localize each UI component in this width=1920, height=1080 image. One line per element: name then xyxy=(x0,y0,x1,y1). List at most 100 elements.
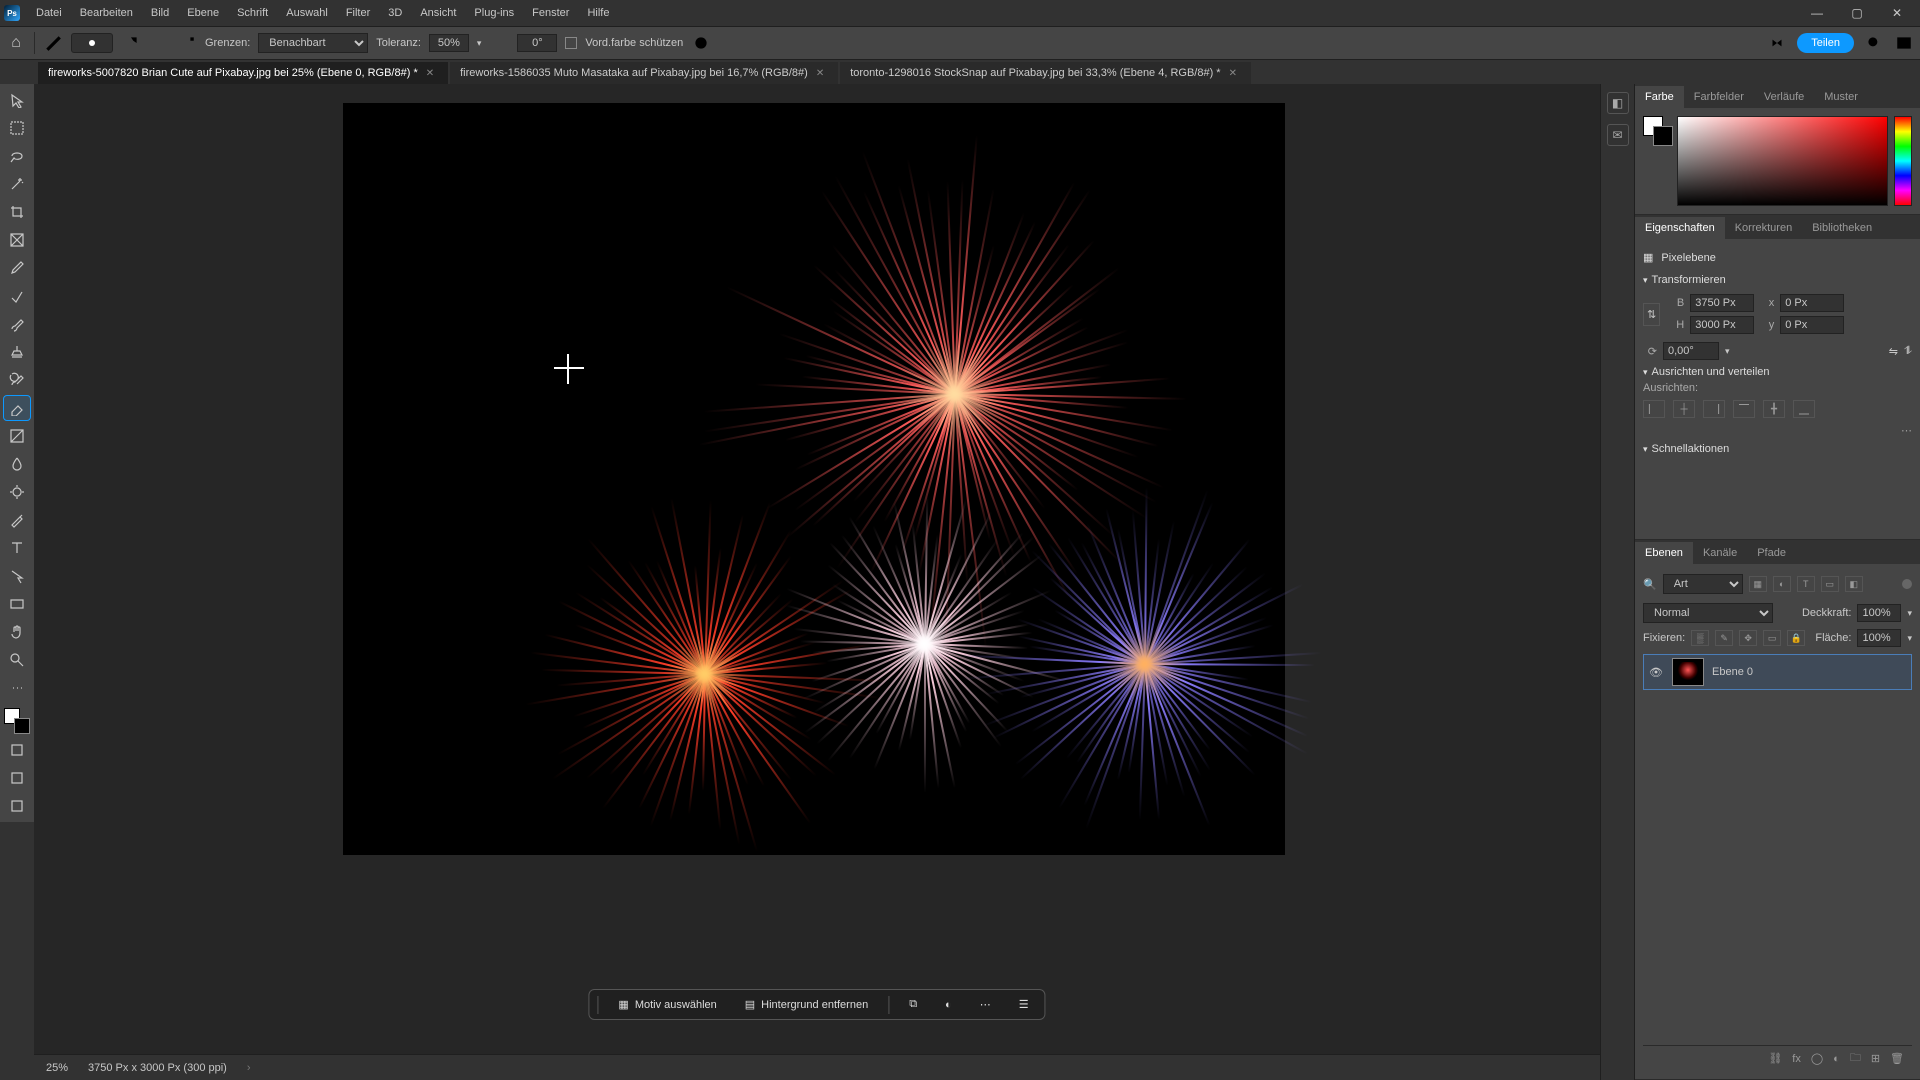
tool-shape[interactable] xyxy=(4,592,30,616)
align-left-icon[interactable]: ⎸ xyxy=(1643,400,1665,418)
tool-gradient[interactable] xyxy=(4,424,30,448)
tool-healing[interactable] xyxy=(4,284,30,308)
layer-thumbnail[interactable] xyxy=(1672,658,1704,686)
lock-all-icon[interactable]: 🔒 xyxy=(1787,630,1805,646)
color-swatches[interactable] xyxy=(4,708,30,734)
angle-input[interactable] xyxy=(517,34,557,52)
ctx-properties-icon[interactable]: ☰ xyxy=(1011,994,1037,1015)
dock-comments-icon[interactable]: ✉ xyxy=(1607,124,1629,146)
screen-mode-icon[interactable] xyxy=(4,794,30,818)
blend-mode-select[interactable]: Normal xyxy=(1643,603,1773,623)
y-input[interactable] xyxy=(1780,316,1844,334)
panel-tab-bibliotheken[interactable]: Bibliotheken xyxy=(1802,217,1882,239)
edit-toolbar-icon[interactable] xyxy=(4,738,30,762)
group-layers-icon[interactable]: 🗀 xyxy=(1850,1049,1861,1068)
delete-layer-icon[interactable]: 🗑 xyxy=(1890,1052,1904,1065)
tool-stamp[interactable] xyxy=(4,340,30,364)
tool-pen[interactable] xyxy=(4,508,30,532)
align-hcenter-icon[interactable]: ┼ xyxy=(1673,400,1695,418)
search-icon[interactable] xyxy=(1864,33,1884,53)
layer-name[interactable]: Ebene 0 xyxy=(1712,666,1753,678)
tool-eraser[interactable] xyxy=(4,396,30,420)
layer-visibility-icon[interactable]: 👁 xyxy=(1648,666,1664,679)
filter-shape-icon[interactable]: ▭ xyxy=(1821,576,1839,592)
align-more-icon[interactable]: ⋯ xyxy=(1643,424,1912,437)
status-arrow-icon[interactable]: › xyxy=(247,1062,251,1074)
document-tab[interactable]: fireworks-1586035 Muto Masataka auf Pixa… xyxy=(450,62,838,84)
lock-artboard-icon[interactable]: ▭ xyxy=(1763,630,1781,646)
pressure-icon[interactable] xyxy=(691,33,711,53)
tool-lasso[interactable] xyxy=(4,144,30,168)
window-minimize-button[interactable]: — xyxy=(1808,6,1826,20)
workspace-icon[interactable] xyxy=(1894,33,1914,53)
window-close-button[interactable]: ✕ xyxy=(1888,6,1906,20)
limits-select[interactable]: Benachbart xyxy=(258,33,368,53)
panel-tab-korrekturen[interactable]: Korrekturen xyxy=(1725,217,1802,239)
quick-mask-icon[interactable] xyxy=(4,766,30,790)
canvas-area[interactable]: ▦ Motiv auswählen ▤ Hintergrund entferne… xyxy=(34,84,1600,1054)
filter-pixel-icon[interactable]: ▦ xyxy=(1749,576,1767,592)
window-maximize-button[interactable]: ▢ xyxy=(1848,6,1866,20)
home-button[interactable]: ⌂ xyxy=(6,33,26,53)
tab-close-icon[interactable]: ✕ xyxy=(1229,68,1237,79)
panel-tab-verläufe[interactable]: Verläufe xyxy=(1754,86,1814,108)
width-input[interactable] xyxy=(1690,294,1754,312)
tool-crop[interactable] xyxy=(4,200,30,224)
share-button[interactable]: Teilen xyxy=(1797,33,1854,53)
tool-more[interactable] xyxy=(4,676,30,700)
align-top-icon[interactable]: ⎺ xyxy=(1733,400,1755,418)
color-fgbg[interactable] xyxy=(1643,116,1671,206)
tool-zoom[interactable] xyxy=(4,648,30,672)
protect-foreground-checkbox[interactable] xyxy=(565,37,577,49)
menu-datei[interactable]: Datei xyxy=(28,3,70,23)
tool-brush[interactable] xyxy=(4,312,30,336)
panel-tab-eigenschaften[interactable]: Eigenschaften xyxy=(1635,217,1725,239)
tool-wand[interactable] xyxy=(4,172,30,196)
panel-tab-ebenen[interactable]: Ebenen xyxy=(1635,542,1693,564)
align-vcenter-icon[interactable]: ╋ xyxy=(1763,400,1785,418)
rotation-input[interactable] xyxy=(1663,342,1719,360)
document-tab[interactable]: fireworks-5007820 Brian Cute auf Pixabay… xyxy=(38,62,448,84)
menu-filter[interactable]: Filter xyxy=(338,3,378,23)
tab-close-icon[interactable]: ✕ xyxy=(816,68,824,79)
layer-filter-select[interactable]: Art xyxy=(1663,574,1743,594)
tolerance-dropdown-icon[interactable]: ▾ xyxy=(477,38,482,49)
new-layer-icon[interactable]: ⊞ xyxy=(1871,1052,1880,1065)
panel-tab-pfade[interactable]: Pfade xyxy=(1747,542,1796,564)
filter-toggle[interactable] xyxy=(1902,579,1912,589)
filter-smart-icon[interactable]: ◧ xyxy=(1845,576,1863,592)
link-wh-icon[interactable]: ⇅ xyxy=(1643,303,1660,326)
layer-item[interactable]: 👁 Ebene 0 xyxy=(1643,654,1912,690)
lock-transparent-icon[interactable]: ▒ xyxy=(1691,630,1709,646)
dock-history-icon[interactable]: ◧ xyxy=(1607,92,1629,114)
ctx-adjust-icon[interactable]: ◐ xyxy=(937,995,960,1015)
menu-hilfe[interactable]: Hilfe xyxy=(579,3,617,23)
link-layers-icon[interactable]: ⛓ xyxy=(1768,1052,1782,1065)
filter-type-icon[interactable]: T xyxy=(1797,576,1815,592)
panel-tab-muster[interactable]: Muster xyxy=(1814,86,1868,108)
filter-adjust-icon[interactable]: ◐ xyxy=(1773,576,1791,592)
tool-path-sel[interactable] xyxy=(4,564,30,588)
menu-ebene[interactable]: Ebene xyxy=(179,3,227,23)
menu-schrift[interactable]: Schrift xyxy=(229,3,276,23)
tool-dodge[interactable] xyxy=(4,480,30,504)
select-subject-button[interactable]: ▦ Motiv auswählen xyxy=(610,994,724,1015)
color-field[interactable] xyxy=(1677,116,1888,206)
tool-hand[interactable] xyxy=(4,620,30,644)
artboard[interactable] xyxy=(344,104,1284,854)
menu-auswahl[interactable]: Auswahl xyxy=(278,3,336,23)
align-section[interactable]: Ausrichten und verteilen xyxy=(1652,366,1770,378)
tool-preset-icon[interactable] xyxy=(43,33,63,53)
panel-tab-farbe[interactable]: Farbe xyxy=(1635,86,1684,108)
panel-tab-kanäle[interactable]: Kanäle xyxy=(1693,542,1747,564)
remove-background-button[interactable]: ▤ Hintergrund entfernen xyxy=(737,994,876,1015)
tool-type[interactable] xyxy=(4,536,30,560)
tool-rect-marquee[interactable] xyxy=(4,116,30,140)
menu-bild[interactable]: Bild xyxy=(143,3,177,23)
zoom-level[interactable]: 25% xyxy=(46,1062,68,1074)
tool-history-brush[interactable] xyxy=(4,368,30,392)
layer-mask-icon[interactable]: ◯ xyxy=(1811,1052,1823,1065)
transform-section[interactable]: Transformieren xyxy=(1652,274,1726,286)
x-input[interactable] xyxy=(1780,294,1844,312)
sampling-once-icon[interactable] xyxy=(149,33,169,53)
